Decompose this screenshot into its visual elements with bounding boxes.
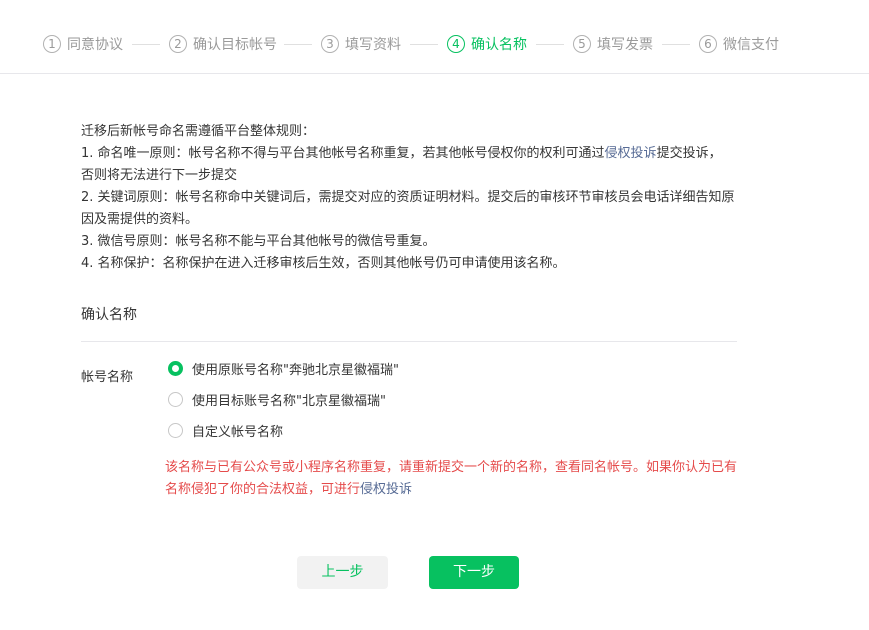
step-label: 微信支付 [723,37,779,53]
radio-custom-name[interactable]: 自定义帐号名称 [168,421,283,440]
radio-label: 自定义帐号名称 [192,425,284,440]
radio-label: 使用原账号名称"奔驰北京星徽福瑞" [192,363,399,378]
rule-1: 1. 命名唯一原则：帐号名称不得与平台其他帐号名称重复，若其他帐号侵权你的权利可… [81,143,741,165]
rule-1-text-after: 提交投诉， [656,146,722,161]
next-step-button[interactable]: 下一步 [429,556,519,589]
duplicate-name-warning: 该名称与已有公众号或小程序名称重复，请重新提交一个新的名称，查看同名帐号。如果你… [165,457,740,501]
step-5: 5 填写发票 [573,34,653,54]
step-3: 3 填写资料 [321,34,401,54]
rules-intro: 迁移后新帐号命名需遵循平台整体规则： [81,124,316,139]
progress-stepper: 1 同意协议 2 确认目标帐号 3 填写资料 4 确认名称 5 填写发票 6 微… [0,0,869,74]
prev-step-button[interactable]: 上一步 [297,556,388,589]
account-name-label: 帐号名称 [81,370,134,385]
step-6: 6 微信支付 [699,34,779,54]
step-number: 4 [447,35,465,53]
step-connector [284,44,312,45]
step-number: 6 [699,35,717,53]
step-1: 1 同意协议 [43,34,123,54]
step-label: 确认名称 [471,37,527,53]
infringement-complaint-link[interactable]: 侵权投诉 [360,482,412,497]
step-connector [662,44,690,45]
step-4: 4 确认名称 [447,34,527,54]
radio-circle[interactable] [168,361,183,376]
rule-3: 3. 微信号原则：帐号名称不能与平台其他帐号的微信号重复。 [81,234,436,249]
radio-label: 使用目标账号名称"北京星徽福瑞" [192,394,386,409]
step-number: 2 [169,35,187,53]
step-label: 同意协议 [67,37,123,53]
step-number: 5 [573,35,591,53]
radio-original-name[interactable]: 使用原账号名称"奔驰北京星徽福瑞" [168,359,399,378]
step-number: 3 [321,35,339,53]
step-label: 填写发票 [597,37,653,53]
rule-1-line-2: 否则将无法进行下一步提交 [81,168,238,183]
step-connector [536,44,564,45]
infringement-complaint-link[interactable]: 侵权投诉 [605,146,657,161]
rule-4: 4. 名称保护：名称保护在进入迁移审核后生效，否则其他帐号仍可申请使用该名称。 [81,256,566,271]
section-divider [81,341,737,342]
step-2: 2 确认目标帐号 [169,34,277,54]
warning-text: 该名称与已有公众号或小程序名称重复，请重新提交一个新的名称，查看同名帐号。如果你… [165,460,738,497]
step-label: 确认目标帐号 [193,37,277,53]
radio-circle[interactable] [168,423,183,438]
step-number: 1 [43,35,61,53]
rule-2: 2. 关键词原则：帐号名称命中关键词后，需提交对应的资质证明材料。提交后的审核环… [81,190,735,227]
step-connector [132,44,160,45]
naming-rules: 迁移后新帐号命名需遵循平台整体规则： 1. 命名唯一原则：帐号名称不得与平台其他… [81,121,741,275]
radio-target-name[interactable]: 使用目标账号名称"北京星徽福瑞" [168,390,386,409]
radio-circle[interactable] [168,392,183,407]
step-label: 填写资料 [345,37,401,53]
step-connector [410,44,438,45]
section-title: 确认名称 [81,307,137,323]
rule-1-text: 1. 命名唯一原则：帐号名称不得与平台其他帐号名称重复，若其他帐号侵权你的权利可… [81,146,605,161]
